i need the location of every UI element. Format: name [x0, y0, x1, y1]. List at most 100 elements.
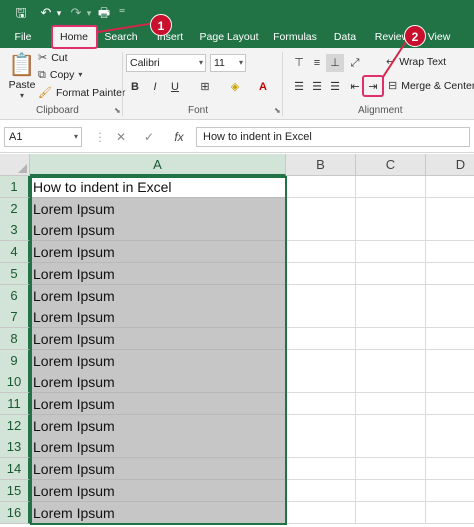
- cell-d[interactable]: [426, 284, 474, 307]
- row-header[interactable]: 8: [0, 327, 30, 350]
- row-header[interactable]: 2: [0, 197, 30, 220]
- cell-c[interactable]: [356, 241, 426, 264]
- column-header-d[interactable]: D: [426, 154, 474, 176]
- row-header[interactable]: 10: [0, 371, 30, 394]
- cell-c[interactable]: [356, 501, 426, 524]
- cell-c[interactable]: [356, 349, 426, 372]
- cut-button[interactable]: ✂ Cut: [38, 51, 68, 65]
- merge-center-button[interactable]: ⊟ Merge & Center: [388, 79, 474, 93]
- cell-b[interactable]: [286, 371, 356, 394]
- cell-c[interactable]: [356, 414, 426, 437]
- name-box[interactable]: A1 ▾: [4, 127, 82, 147]
- column-header-c[interactable]: C: [356, 154, 426, 176]
- cell-d[interactable]: [426, 176, 474, 198]
- undo-icon[interactable]: ↶: [38, 3, 54, 23]
- row-header[interactable]: 13: [0, 436, 30, 459]
- cell-a[interactable]: Lorem Ipsum: [30, 393, 286, 415]
- align-left-icon[interactable]: ☰: [290, 78, 308, 96]
- align-right-icon[interactable]: ☰: [326, 78, 344, 96]
- row-header[interactable]: 16: [0, 501, 30, 524]
- formula-input[interactable]: How to indent in Excel: [196, 127, 470, 147]
- fill-color-icon[interactable]: ◈: [226, 78, 244, 96]
- paste-button[interactable]: 📋 Paste ▾: [6, 52, 38, 100]
- cell-b[interactable]: [286, 197, 356, 220]
- cell-c[interactable]: [356, 327, 426, 350]
- tab-data[interactable]: Data: [330, 26, 360, 48]
- clipboard-launcher-icon[interactable]: ⬊: [114, 106, 121, 115]
- font-color-icon[interactable]: A: [254, 78, 272, 96]
- cell-b[interactable]: [286, 349, 356, 372]
- cell-c[interactable]: [356, 371, 426, 394]
- cell-a[interactable]: Lorem Ipsum: [30, 371, 286, 394]
- cell-a[interactable]: Lorem Ipsum: [30, 349, 286, 372]
- cell-a[interactable]: Lorem Ipsum: [30, 479, 286, 502]
- cell-c[interactable]: [356, 479, 426, 502]
- cell-b[interactable]: [286, 436, 356, 459]
- column-header-a[interactable]: A: [30, 154, 286, 176]
- cell-c[interactable]: [356, 458, 426, 481]
- cell-b[interactable]: [286, 306, 356, 329]
- cell-b[interactable]: [286, 501, 356, 524]
- row-header[interactable]: 9: [0, 349, 30, 372]
- cell-a[interactable]: Lorem Ipsum: [30, 284, 286, 307]
- align-top-icon[interactable]: ⊤: [290, 54, 308, 72]
- cell-a[interactable]: Lorem Ipsum: [30, 501, 286, 524]
- redo-dropdown-icon[interactable]: ▾: [84, 3, 94, 23]
- align-middle-icon[interactable]: ≡: [308, 54, 326, 72]
- format-painter-button[interactable]: 🖌 Format Painter: [38, 86, 125, 100]
- row-header[interactable]: 1: [0, 176, 30, 198]
- cell-c[interactable]: [356, 436, 426, 459]
- cell-a[interactable]: Lorem Ipsum: [30, 414, 286, 437]
- cell-c[interactable]: [356, 306, 426, 329]
- cell-c[interactable]: [356, 262, 426, 285]
- align-bottom-icon[interactable]: ⊥: [326, 54, 344, 72]
- row-header[interactable]: 15: [0, 479, 30, 502]
- cell-b[interactable]: [286, 393, 356, 415]
- italic-button[interactable]: I: [146, 78, 164, 96]
- cell-d[interactable]: [426, 371, 474, 394]
- quick-print-icon[interactable]: 🖶: [94, 3, 114, 23]
- enter-icon[interactable]: ✓: [140, 127, 158, 147]
- font-size-select[interactable]: 11 ▾: [210, 54, 246, 72]
- cell-a[interactable]: Lorem Ipsum: [30, 219, 286, 242]
- cell-a[interactable]: Lorem Ipsum: [30, 458, 286, 481]
- redo-icon[interactable]: ↷: [68, 3, 84, 23]
- cell-c[interactable]: [356, 219, 426, 242]
- save-icon[interactable]: 🖫: [10, 3, 32, 23]
- cell-a[interactable]: Lorem Ipsum: [30, 241, 286, 264]
- cell-b[interactable]: [286, 479, 356, 502]
- cell-a[interactable]: Lorem Ipsum: [30, 306, 286, 329]
- row-header[interactable]: 6: [0, 284, 30, 307]
- insert-function-icon[interactable]: fx: [168, 127, 190, 147]
- cell-d[interactable]: [426, 501, 474, 524]
- cell-d[interactable]: [426, 219, 474, 242]
- cell-d[interactable]: [426, 349, 474, 372]
- row-header[interactable]: 3: [0, 219, 30, 242]
- cancel-icon[interactable]: ✕: [112, 127, 130, 147]
- cell-c[interactable]: [356, 393, 426, 415]
- row-header[interactable]: 11: [0, 393, 30, 415]
- cell-c[interactable]: [356, 176, 426, 198]
- font-family-select[interactable]: Calibri ▾: [126, 54, 206, 72]
- cell-d[interactable]: [426, 327, 474, 350]
- column-header-b[interactable]: B: [286, 154, 356, 176]
- cell-a[interactable]: Lorem Ipsum: [30, 262, 286, 285]
- bold-button[interactable]: B: [126, 78, 144, 96]
- cell-c[interactable]: [356, 197, 426, 220]
- row-header[interactable]: 14: [0, 458, 30, 481]
- cell-b[interactable]: [286, 327, 356, 350]
- cell-b[interactable]: [286, 284, 356, 307]
- select-all-button[interactable]: [0, 154, 30, 176]
- row-header[interactable]: 5: [0, 262, 30, 285]
- underline-button[interactable]: U: [166, 78, 184, 96]
- cell-d[interactable]: [426, 197, 474, 220]
- cell-b[interactable]: [286, 458, 356, 481]
- row-header[interactable]: 4: [0, 241, 30, 264]
- cell-c[interactable]: [356, 284, 426, 307]
- tab-view[interactable]: View: [424, 26, 454, 48]
- cell-d[interactable]: [426, 262, 474, 285]
- tab-formulas[interactable]: Formulas: [272, 26, 318, 48]
- cell-b[interactable]: [286, 241, 356, 264]
- cell-a[interactable]: Lorem Ipsum: [30, 197, 286, 220]
- row-header[interactable]: 12: [0, 414, 30, 437]
